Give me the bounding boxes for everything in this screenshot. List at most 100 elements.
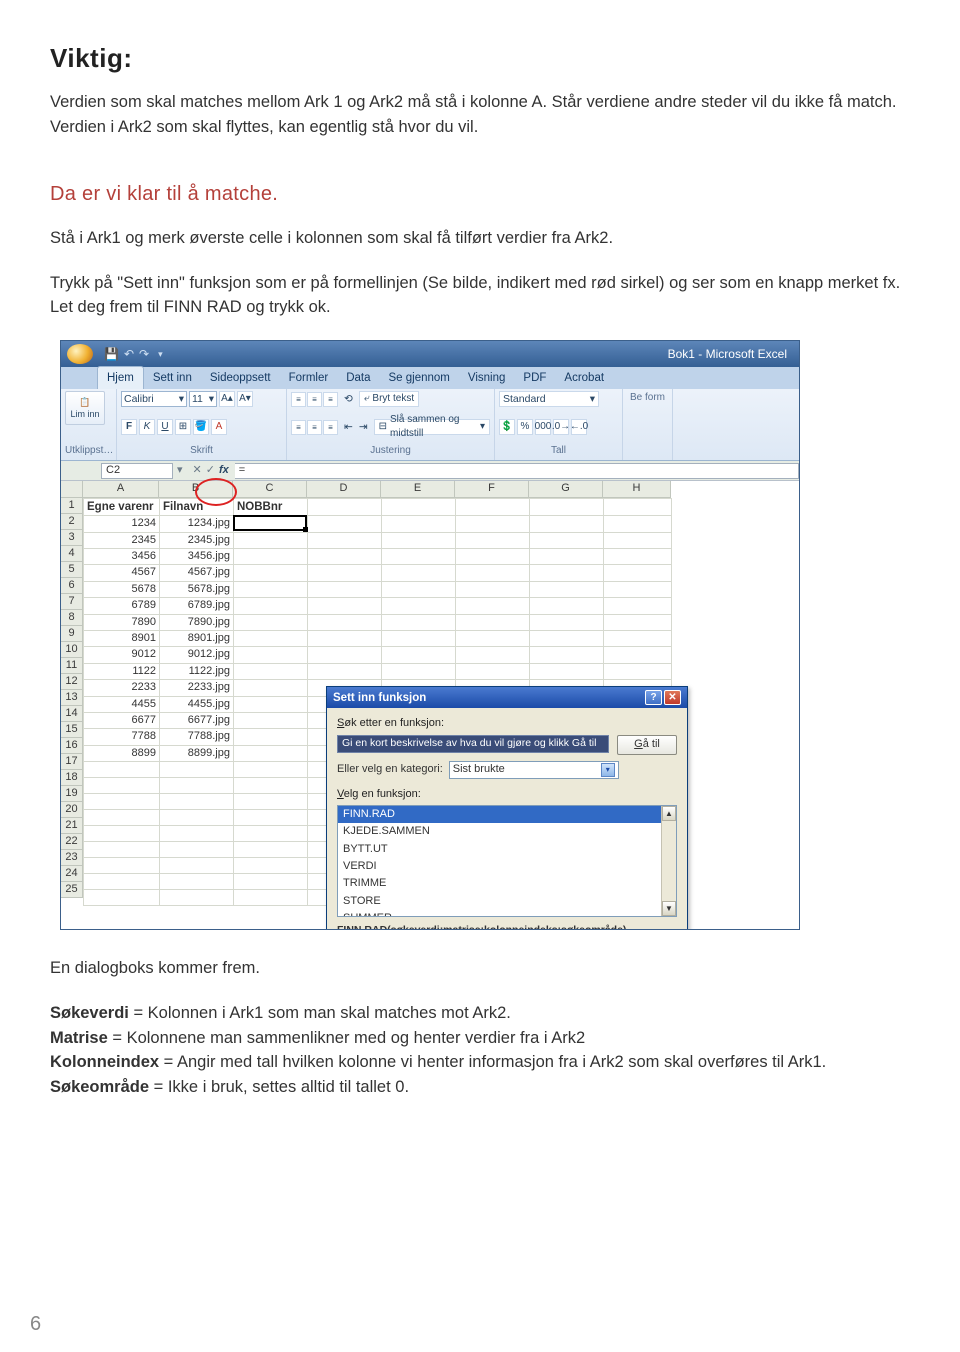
cell[interactable]: 1234.jpg bbox=[160, 516, 234, 532]
list-item[interactable]: BYTT.UT bbox=[338, 841, 676, 858]
cell[interactable] bbox=[308, 614, 382, 630]
row-header[interactable]: 24 bbox=[61, 866, 83, 882]
cell[interactable] bbox=[234, 696, 308, 712]
cell[interactable] bbox=[84, 842, 160, 858]
row-header[interactable]: 11 bbox=[61, 658, 83, 674]
cell[interactable]: 1122 bbox=[84, 663, 160, 679]
border-button[interactable]: ⊞ bbox=[175, 419, 191, 435]
cell[interactable] bbox=[234, 680, 308, 696]
cell[interactable]: 9012.jpg bbox=[160, 647, 234, 663]
cell[interactable] bbox=[84, 810, 160, 826]
cell[interactable] bbox=[308, 516, 382, 532]
tab-visning[interactable]: Visning bbox=[459, 367, 515, 389]
tab-acrobat[interactable]: Acrobat bbox=[555, 367, 613, 389]
cell[interactable]: 8899.jpg bbox=[160, 745, 234, 761]
insert-function-button[interactable]: fx bbox=[219, 463, 229, 478]
font-color-button[interactable]: A bbox=[211, 419, 227, 435]
search-function-input[interactable]: Gi en kort beskrivelse av hva du vil gjø… bbox=[337, 735, 609, 753]
cell[interactable] bbox=[160, 842, 234, 858]
column-header[interactable]: E bbox=[381, 481, 455, 498]
cell[interactable]: 3456 bbox=[84, 549, 160, 565]
cell[interactable] bbox=[604, 565, 672, 581]
cell[interactable] bbox=[160, 826, 234, 842]
cell[interactable] bbox=[234, 858, 308, 874]
cell[interactable] bbox=[604, 663, 672, 679]
cell[interactable] bbox=[530, 499, 604, 516]
column-header[interactable]: F bbox=[455, 481, 529, 498]
row-header[interactable]: 17 bbox=[61, 754, 83, 770]
fill-handle[interactable] bbox=[303, 527, 308, 532]
cell[interactable] bbox=[382, 532, 456, 548]
list-item[interactable]: TRIMME bbox=[338, 875, 676, 892]
cell[interactable] bbox=[234, 614, 308, 630]
cell[interactable] bbox=[604, 614, 672, 630]
category-select[interactable]: Sist brukte ▾ bbox=[449, 761, 619, 779]
cell[interactable] bbox=[234, 630, 308, 646]
cell[interactable] bbox=[84, 794, 160, 810]
list-item[interactable]: STORE bbox=[338, 893, 676, 910]
row-header[interactable]: 23 bbox=[61, 850, 83, 866]
cell[interactable]: 6677.jpg bbox=[160, 712, 234, 728]
cell[interactable]: 1234 bbox=[84, 516, 160, 532]
cell[interactable]: 5678 bbox=[84, 581, 160, 597]
cell[interactable]: 4455 bbox=[84, 696, 160, 712]
cell[interactable] bbox=[308, 663, 382, 679]
decrease-indent-icon[interactable]: ⇤ bbox=[344, 420, 353, 435]
cell[interactable] bbox=[160, 890, 234, 906]
cell[interactable] bbox=[234, 549, 308, 565]
cell[interactable] bbox=[308, 532, 382, 548]
cell[interactable] bbox=[234, 826, 308, 842]
cell[interactable] bbox=[456, 532, 530, 548]
cell[interactable] bbox=[530, 516, 604, 532]
increase-decimal-icon[interactable]: .0→ bbox=[553, 419, 569, 435]
cell[interactable] bbox=[530, 532, 604, 548]
tab-hjem[interactable]: Hjem bbox=[97, 366, 144, 389]
list-item[interactable]: SUMMER bbox=[338, 910, 676, 917]
comma-icon[interactable]: 000 bbox=[535, 419, 551, 435]
cell[interactable] bbox=[530, 647, 604, 663]
tab-pdf[interactable]: PDF bbox=[514, 367, 555, 389]
cell[interactable]: 6789 bbox=[84, 598, 160, 614]
row-header[interactable]: 3 bbox=[61, 530, 83, 546]
cell[interactable] bbox=[308, 549, 382, 565]
select-all-corner[interactable] bbox=[61, 481, 83, 498]
cell[interactable] bbox=[456, 598, 530, 614]
cell[interactable] bbox=[530, 549, 604, 565]
align-center-icon[interactable]: ≡ bbox=[307, 420, 322, 435]
cell[interactable] bbox=[234, 598, 308, 614]
scroll-down-icon[interactable]: ▼ bbox=[662, 901, 676, 916]
row-header[interactable]: 8 bbox=[61, 610, 83, 626]
cell[interactable] bbox=[308, 598, 382, 614]
function-list[interactable]: FINN.RAD KJEDE.SAMMEN BYTT.UT VERDI TRIM… bbox=[337, 805, 677, 917]
row-header[interactable]: 25 bbox=[61, 882, 83, 898]
fill-color-button[interactable]: 🪣 bbox=[193, 419, 209, 435]
tab-data[interactable]: Data bbox=[337, 367, 379, 389]
dialog-close-button[interactable]: ✕ bbox=[664, 690, 681, 705]
cell[interactable] bbox=[382, 663, 456, 679]
cell[interactable] bbox=[84, 762, 160, 778]
cell[interactable] bbox=[530, 663, 604, 679]
cell[interactable] bbox=[234, 745, 308, 761]
cell[interactable] bbox=[382, 647, 456, 663]
cell[interactable] bbox=[530, 614, 604, 630]
list-item[interactable]: VERDI bbox=[338, 858, 676, 875]
align-middle-icon[interactable]: ≡ bbox=[307, 392, 322, 407]
cell[interactable] bbox=[456, 499, 530, 516]
cell[interactable] bbox=[234, 663, 308, 679]
row-header[interactable]: 18 bbox=[61, 770, 83, 786]
cell[interactable] bbox=[456, 549, 530, 565]
cell[interactable] bbox=[84, 874, 160, 890]
qat-dropdown-icon[interactable]: ▾ bbox=[158, 348, 163, 361]
align-right-icon[interactable]: ≡ bbox=[323, 420, 338, 435]
name-box-dropdown-icon[interactable]: ▾ bbox=[173, 463, 187, 478]
row-header[interactable]: 6 bbox=[61, 578, 83, 594]
cell[interactable]: 8901.jpg bbox=[160, 630, 234, 646]
cell[interactable] bbox=[530, 630, 604, 646]
wrap-text-button[interactable]: ⤶Bryt tekst bbox=[359, 391, 419, 407]
column-header[interactable]: C bbox=[233, 481, 307, 498]
shrink-font-icon[interactable]: A▾ bbox=[237, 391, 253, 407]
column-header[interactable]: D bbox=[307, 481, 381, 498]
cell[interactable] bbox=[234, 565, 308, 581]
cell[interactable] bbox=[604, 581, 672, 597]
cell[interactable] bbox=[456, 630, 530, 646]
